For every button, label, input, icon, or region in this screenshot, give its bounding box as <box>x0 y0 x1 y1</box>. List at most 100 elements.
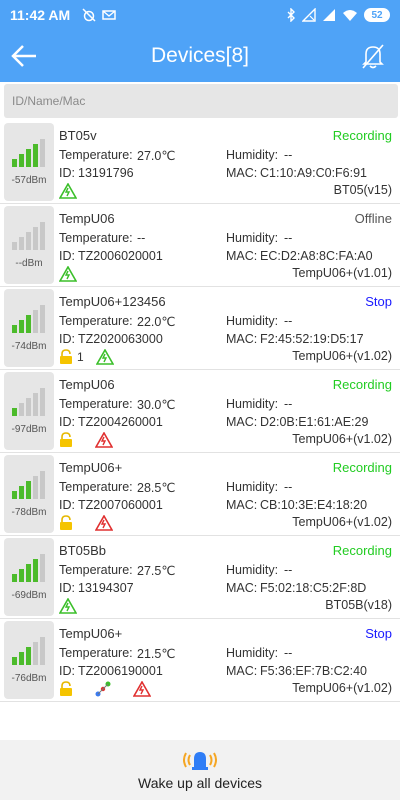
device-model: TempU06+(v1.02) <box>292 432 392 446</box>
signal-bar <box>12 325 17 333</box>
signal-bar <box>19 237 24 250</box>
device-mac: EC:D2:A8:8C:FA:A0 <box>260 249 373 263</box>
device-status: Recording <box>332 460 392 475</box>
device-name: BT05v <box>59 128 97 143</box>
device-id: 13191796 <box>78 166 134 180</box>
signal-bar <box>40 222 45 250</box>
signal-bar <box>26 315 31 333</box>
signal-bar <box>40 637 45 665</box>
signal-bar <box>33 144 38 167</box>
device-id: 13194307 <box>78 581 134 595</box>
device-mac: F2:45:52:19:D5:17 <box>260 332 364 346</box>
device-name: TempU06+123456 <box>59 294 166 309</box>
device-row[interactable]: -69dBm BT05Bb Recording Temperature: 27.5℃ Hu… <box>0 536 400 619</box>
humidity-label: Humidity: <box>226 563 279 577</box>
device-id: TZ2006190001 <box>78 664 163 678</box>
signal-strength: -69dBm <box>4 538 54 616</box>
temperature-value: 21.5℃ <box>137 647 176 661</box>
mac-label: MAC: <box>226 498 258 512</box>
device-row[interactable]: -97dBm TempU06 Recording Temperature: 30.0℃ H… <box>0 370 400 453</box>
mac-label: MAC: <box>226 166 258 180</box>
signal-bar <box>26 647 31 665</box>
signal-bar <box>12 657 17 665</box>
device-row[interactable]: -74dBm TempU06+123456 Stop Temperature: 22.0… <box>0 287 400 370</box>
humidity-value: -- <box>284 397 293 411</box>
no-sim-icon <box>302 8 316 22</box>
green-warning-icon <box>59 598 77 614</box>
signal-bar <box>26 481 31 499</box>
device-name: TempU06 <box>59 377 115 392</box>
id-label: ID: <box>59 664 75 678</box>
signal-bar <box>26 564 31 582</box>
mac-label: MAC: <box>226 581 258 595</box>
device-list: -57dBm BT05v Recording Temperature: 27.0℃ Hum… <box>0 121 400 702</box>
device-row[interactable]: -76dBm TempU06+ Stop Temperature: 21.5℃ Humid… <box>0 619 400 702</box>
wake-all-button[interactable]: Wake up all devices <box>0 740 400 800</box>
page-title: Devices[8] <box>150 44 250 67</box>
signal-bars-icon <box>12 554 46 582</box>
device-row[interactable]: -57dBm BT05v Recording Temperature: 27.0℃ Hum… <box>0 121 400 204</box>
bell-off-icon[interactable] <box>360 42 386 70</box>
signal-bar <box>12 491 17 499</box>
device-row[interactable]: --dBm TempU06 Offline Temperature: -- Humidit… <box>0 204 400 287</box>
id-label: ID: <box>59 415 75 429</box>
signal-strength: -57dBm <box>4 123 54 201</box>
device-mac: CB:10:3E:E4:18:20 <box>260 498 368 512</box>
temperature-label: Temperature: <box>59 563 133 577</box>
humidity-value: -- <box>284 148 293 162</box>
device-model: TempU06+(v1.01) <box>292 266 392 280</box>
search-input[interactable]: ID/Name/Mac <box>4 84 398 118</box>
temperature-label: Temperature: <box>59 231 133 245</box>
device-name: BT05Bb <box>59 543 106 558</box>
temperature-value: 27.5℃ <box>137 564 176 578</box>
device-name: TempU06 <box>59 211 115 226</box>
device-flags <box>59 431 113 449</box>
signal-dbm: -76dBm <box>11 673 47 684</box>
lock-count: 1 <box>77 350 84 364</box>
mac-label: MAC: <box>226 415 258 429</box>
device-id: TZ2007060001 <box>78 498 163 512</box>
signal-bar <box>26 149 31 167</box>
device-status: Recording <box>332 128 392 143</box>
signal-dbm: -69dBm <box>11 590 47 601</box>
device-flags <box>59 514 113 532</box>
temperature-value: -- <box>137 231 146 245</box>
signal-dbm: -74dBm <box>11 341 47 352</box>
device-mac: F5:02:18:C5:2F:8D <box>260 581 367 595</box>
humidity-label: Humidity: <box>226 231 279 245</box>
humidity-value: -- <box>284 480 293 494</box>
signal-bar <box>19 403 24 416</box>
device-flags <box>59 597 77 615</box>
device-id: TZ2004260001 <box>78 415 163 429</box>
device-mac: C1:10:A9:C0:F6:91 <box>260 166 368 180</box>
device-status: Offline <box>354 211 392 226</box>
back-arrow-icon[interactable] <box>10 42 38 70</box>
signal-bar <box>33 642 38 665</box>
signal-icon <box>323 9 335 21</box>
humidity-label: Humidity: <box>226 480 279 494</box>
signal-dbm: --dBm <box>15 258 43 269</box>
signal-bar <box>12 242 17 250</box>
temperature-label: Temperature: <box>59 397 133 411</box>
lock-icon <box>59 349 73 365</box>
temperature-label: Temperature: <box>59 148 133 162</box>
signal-bar <box>19 569 24 582</box>
id-label: ID: <box>59 166 75 180</box>
green-warning-icon <box>95 349 114 365</box>
humidity-label: Humidity: <box>226 397 279 411</box>
signal-bar <box>40 554 45 582</box>
battery-indicator: 52 <box>364 8 390 22</box>
humidity-value: -- <box>284 231 293 245</box>
device-model: BT05(v15) <box>333 183 392 197</box>
signal-strength: -97dBm <box>4 372 54 450</box>
device-row[interactable]: -78dBm TempU06+ Recording Temperature: 28.5℃… <box>0 453 400 536</box>
device-flags: 1 <box>59 348 114 366</box>
device-name: TempU06+ <box>59 460 123 475</box>
device-model: BT05B(v18) <box>325 598 392 612</box>
device-status: Stop <box>365 626 392 641</box>
device-mac: F5:36:EF:7B:C2:40 <box>260 664 368 678</box>
id-label: ID: <box>59 332 75 346</box>
device-model: TempU06+(v1.02) <box>292 349 392 363</box>
device-status: Recording <box>332 543 392 558</box>
device-mac: D2:0B:E1:61:AE:29 <box>260 415 369 429</box>
